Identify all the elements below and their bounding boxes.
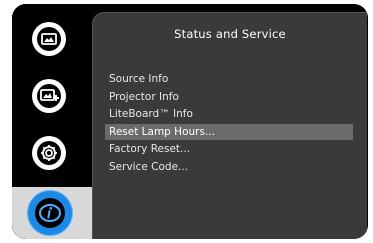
display-add-icon[interactable] xyxy=(32,79,66,113)
panel-title: Status and Service xyxy=(174,27,286,41)
menu-item-service-code[interactable]: Service Code... xyxy=(105,159,353,175)
gear-icon[interactable] xyxy=(32,136,66,170)
category-sidebar xyxy=(12,4,92,239)
status-service-menu: Source Info Projector Info LiteBoard™ In… xyxy=(105,71,353,177)
menu-item-factory-reset[interactable]: Factory Reset... xyxy=(105,141,353,157)
menu-item-liteboard-info[interactable]: LiteBoard™ Info xyxy=(105,106,353,122)
display-settings-icon[interactable] xyxy=(32,22,66,56)
info-icon[interactable] xyxy=(28,191,72,235)
status-service-panel: Status and Service Source Info Projector… xyxy=(92,12,367,239)
menu-item-projector-info[interactable]: Projector Info xyxy=(105,89,353,105)
menu-item-reset-lamp-hours[interactable]: Reset Lamp Hours... xyxy=(105,123,353,140)
menu-item-source-info[interactable]: Source Info xyxy=(105,71,353,87)
projector-osd-menu: Status and Service Source Info Projector… xyxy=(12,4,368,239)
